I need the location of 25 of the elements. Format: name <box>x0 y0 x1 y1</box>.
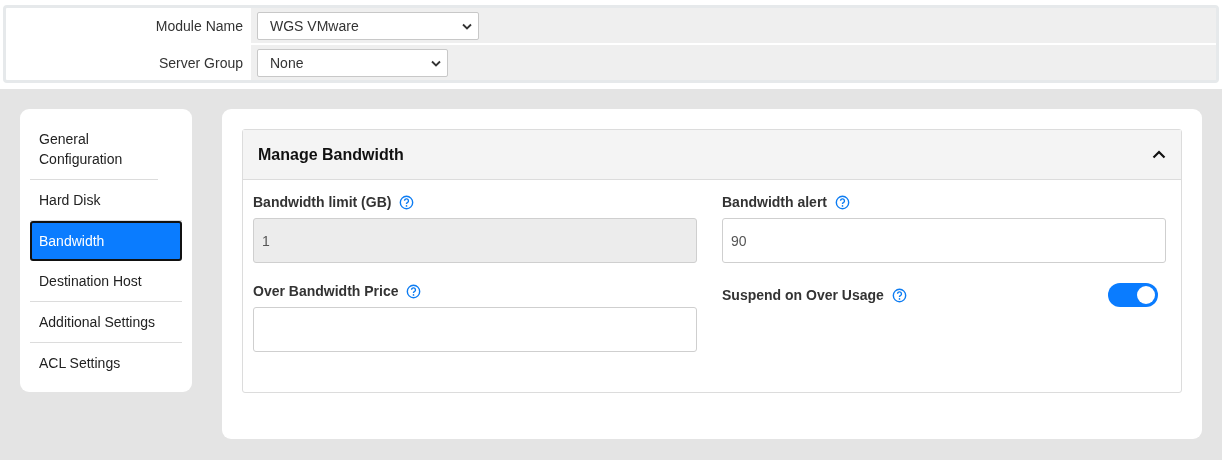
dropdown[interactable]: None <box>257 49 448 77</box>
help-icon[interactable] <box>835 194 850 210</box>
chevron-down-icon <box>462 22 472 30</box>
field-label: Over Bandwidth Price <box>253 283 399 299</box>
input-field[interactable] <box>253 307 697 352</box>
chevron-down-icon <box>431 59 441 67</box>
help-icon[interactable] <box>891 287 907 303</box>
panel-header[interactable]: Manage Bandwidth <box>243 130 1181 180</box>
field-label: Suspend on Over Usage <box>722 287 884 303</box>
field-label: Server Group <box>157 54 244 71</box>
help-icon[interactable] <box>406 283 422 299</box>
input-field[interactable]: 90 <box>722 218 1166 263</box>
sidebar-item[interactable]: Destination Host <box>30 261 182 302</box>
help-icon[interactable] <box>399 194 415 210</box>
sidebar-item[interactable]: Additional Settings <box>30 302 182 343</box>
panel-title: Manage Bandwidth <box>258 145 404 164</box>
field-label: Bandwidth alert <box>722 194 827 210</box>
field-label: Module Name <box>154 17 244 34</box>
field-label: Bandwidth limit (GB) <box>253 194 392 210</box>
sidebar-item[interactable]: General Configuration <box>30 119 158 180</box>
chevron-up-icon[interactable] <box>1152 150 1166 159</box>
toggle-switch[interactable] <box>1108 283 1158 307</box>
sidebar-item[interactable]: ACL Settings <box>30 343 182 383</box>
sidebar-item[interactable]: Bandwidth <box>30 221 182 261</box>
dropdown[interactable]: WGS VMware <box>257 12 479 40</box>
